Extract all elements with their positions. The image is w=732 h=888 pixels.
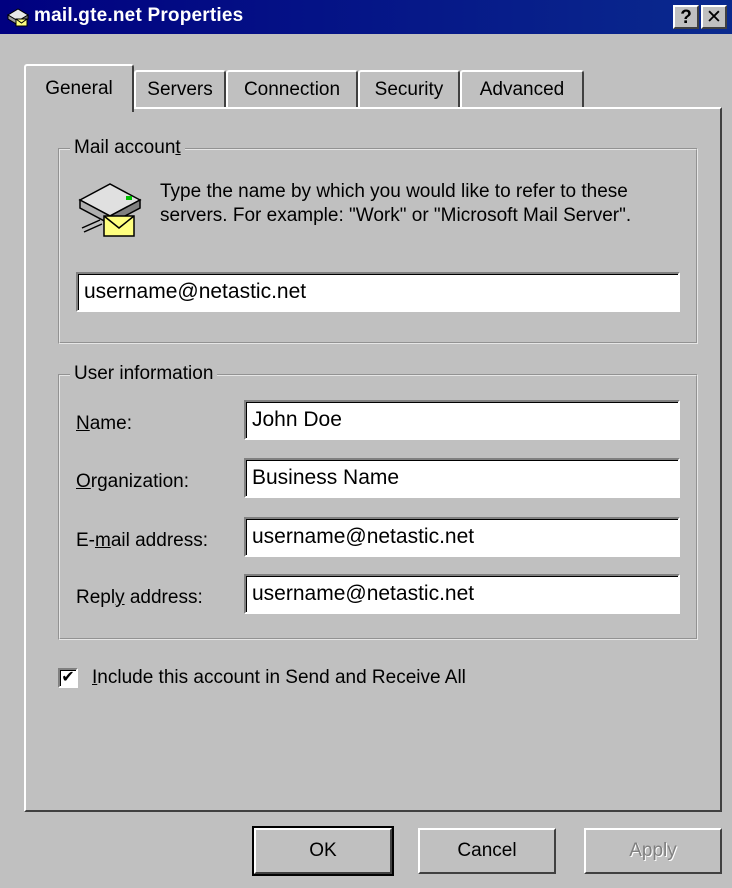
- cancel-button[interactable]: Cancel: [418, 828, 556, 874]
- window-title: mail.gte.net Properties: [34, 5, 244, 26]
- name-input[interactable]: John Doe: [244, 400, 680, 440]
- reply-address-input[interactable]: username@netastic.net: [244, 574, 680, 614]
- tab-label: Servers: [147, 79, 213, 100]
- email-address-input[interactable]: username@netastic.net: [244, 517, 680, 557]
- tab-label: Connection: [243, 79, 341, 100]
- tab-label: Advanced: [479, 79, 565, 100]
- help-icon: ?: [680, 6, 692, 28]
- tab-connection[interactable]: Connection: [226, 70, 358, 108]
- checkmark-icon: ✔: [61, 669, 75, 686]
- mail-account-group-title: Mail account: [70, 137, 185, 159]
- mail-server-icon: [76, 178, 144, 240]
- tab-advanced[interactable]: Advanced: [460, 70, 584, 108]
- include-send-receive-label[interactable]: Include this account in Send and Receive…: [92, 667, 466, 689]
- mail-account-name-input[interactable]: username@netastic.net: [76, 272, 680, 312]
- mail-account-icon: [6, 6, 30, 28]
- title-bar[interactable]: mail.gte.net Properties ? ✕: [0, 0, 732, 34]
- user-information-group: User information Name: John Doe Organiza…: [58, 363, 698, 640]
- help-button[interactable]: ?: [673, 5, 699, 29]
- user-information-group-title: User information: [70, 363, 218, 385]
- mail-account-group: Mail account Type the name by which you …: [58, 137, 698, 344]
- tab-label: Security: [374, 79, 444, 100]
- mail-account-description: Type the name by which you would like to…: [160, 181, 632, 226]
- tab-label: General: [45, 78, 113, 99]
- organization-label: Organization:: [76, 471, 190, 492]
- ok-button[interactable]: OK: [252, 826, 394, 876]
- include-send-receive-checkbox[interactable]: ✔: [58, 668, 78, 688]
- email-address-label: E-mail address:: [76, 530, 208, 551]
- properties-dialog: mail.gte.net Properties ? ✕ General Serv…: [0, 0, 732, 888]
- tab-general[interactable]: General: [24, 64, 134, 112]
- close-icon: ✕: [706, 6, 722, 28]
- tab-servers[interactable]: Servers: [134, 70, 226, 108]
- reply-address-label: Reply address:: [76, 587, 203, 608]
- name-label: Name:: [76, 413, 132, 434]
- apply-button[interactable]: Apply: [584, 828, 722, 874]
- close-button[interactable]: ✕: [701, 5, 727, 29]
- organization-input[interactable]: Business Name: [244, 458, 680, 498]
- tab-security[interactable]: Security: [358, 70, 460, 108]
